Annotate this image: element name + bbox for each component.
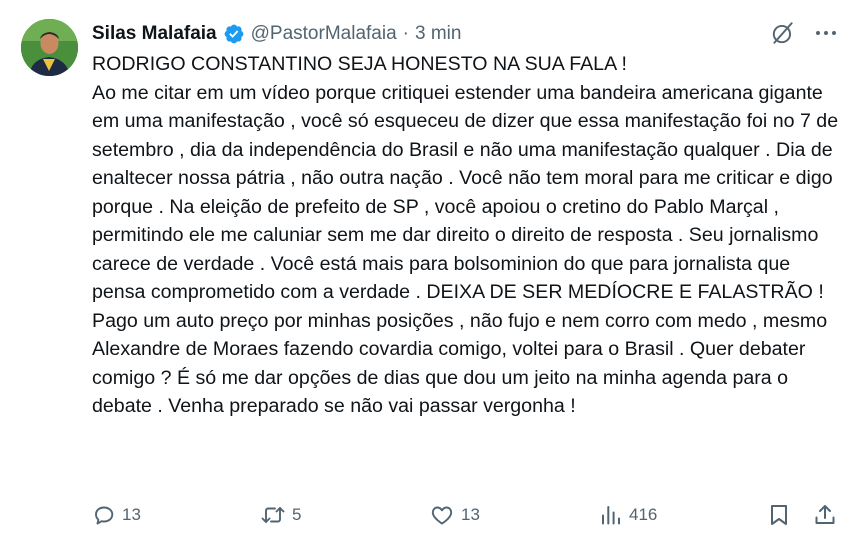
repost-count: 5: [292, 505, 302, 524]
views-button[interactable]: 416: [599, 503, 657, 527]
reply-button[interactable]: 13: [92, 503, 141, 527]
share-button[interactable]: [813, 503, 837, 527]
like-button[interactable]: 13: [429, 503, 480, 527]
repost-button[interactable]: 5: [260, 503, 301, 527]
separator-dot: ·: [402, 23, 409, 44]
reply-icon: [95, 506, 114, 525]
bookmark-button[interactable]: [768, 503, 790, 527]
like-icon: [431, 506, 453, 525]
timestamp[interactable]: 3 min: [415, 23, 461, 45]
post-text: RODRIGO CONSTANTINO SEJA HONESTO NA SUA …: [92, 53, 839, 417]
tweet: Silas Malafaia @PastorMalafaia · 3 min R…: [0, 0, 860, 547]
post-actions: 13 5 13 416: [92, 503, 840, 531]
views-count: 416: [629, 505, 658, 524]
grok-icon[interactable]: [770, 20, 796, 46]
share-icon: [815, 505, 835, 524]
like-count: 13: [461, 505, 480, 524]
bookmark-icon: [771, 505, 787, 525]
reply-count: 13: [122, 505, 141, 524]
views-icon: [602, 506, 620, 525]
avatar[interactable]: [21, 19, 78, 76]
header-actions: [770, 20, 838, 46]
author-handle[interactable]: @PastorMalafaia: [251, 23, 397, 45]
author-name[interactable]: Silas Malafaia: [92, 23, 217, 45]
post-header: Silas Malafaia @PastorMalafaia · 3 min: [92, 20, 461, 48]
more-icon[interactable]: [814, 21, 838, 45]
repost-icon: [261, 507, 285, 523]
verified-badge-icon: [223, 23, 245, 45]
